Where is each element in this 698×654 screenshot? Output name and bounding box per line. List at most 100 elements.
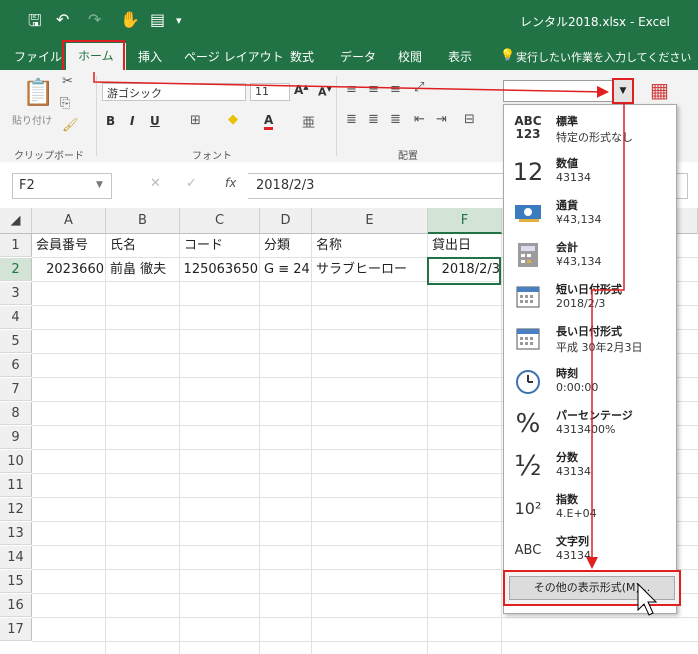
tab-view[interactable]: 表示 bbox=[448, 48, 472, 65]
format-item-time[interactable]: 時刻 0:00:00 bbox=[504, 361, 676, 403]
format-item-general[interactable]: ABC 123 標準 特定の形式なし bbox=[504, 109, 676, 151]
home-tab-highlight bbox=[62, 40, 125, 72]
row-header[interactable]: 7 bbox=[0, 378, 32, 401]
column-header[interactable]: D bbox=[260, 208, 312, 234]
tab-file[interactable]: ファイル bbox=[14, 48, 62, 65]
row-header[interactable]: 6 bbox=[0, 354, 32, 377]
cell-e2[interactable]: サラブヒーロー bbox=[316, 258, 428, 281]
name-box-arrow-icon[interactable]: ▼ bbox=[96, 180, 103, 190]
undo-icon[interactable]: ↶ bbox=[56, 10, 69, 29]
title-bar: 🖫 ↶ ↷ ✋ ▤ ▾ レンタル2018.xlsx - Excel bbox=[0, 0, 698, 40]
row-header[interactable]: 2 bbox=[0, 258, 32, 281]
select-all-corner[interactable]: ◢ bbox=[0, 208, 32, 234]
border-icon[interactable]: ⊞ bbox=[190, 113, 201, 128]
format-item-percentage[interactable]: % パーセンテージ 4313400% bbox=[504, 403, 676, 445]
row-header[interactable]: 4 bbox=[0, 306, 32, 329]
cell-f1[interactable]: 貸出日 bbox=[432, 234, 502, 257]
row-header[interactable]: 3 bbox=[0, 282, 32, 305]
align-left-icon[interactable]: ≣ bbox=[346, 112, 357, 127]
row-header[interactable]: 12 bbox=[0, 498, 32, 521]
touch-mode-icon[interactable]: ✋ bbox=[120, 10, 140, 29]
row-header[interactable]: 10 bbox=[0, 450, 32, 473]
format-item-short-date[interactable]: 短い日付形式 2018/2/3 bbox=[504, 277, 676, 319]
decrease-indent-icon[interactable]: ⇤ bbox=[414, 112, 425, 127]
font-size-box[interactable]: 11 bbox=[250, 83, 290, 101]
row-header[interactable]: 9 bbox=[0, 426, 32, 449]
grow-font-icon[interactable]: A▲ bbox=[294, 83, 309, 97]
column-header[interactable]: A bbox=[32, 208, 106, 234]
fill-color-icon[interactable]: ◆ bbox=[228, 112, 238, 127]
grid-line bbox=[32, 617, 698, 618]
tab-insert[interactable]: 挿入 bbox=[138, 48, 162, 65]
customize-qat-icon[interactable]: ▾ bbox=[176, 14, 182, 27]
format-item-accounting[interactable]: 会計 ¥43,134 bbox=[504, 235, 676, 277]
align-middle-icon[interactable]: ≡ bbox=[368, 82, 379, 97]
column-header[interactable]: C bbox=[180, 208, 260, 234]
align-top-icon[interactable]: ≡ bbox=[346, 82, 357, 97]
cell-b1[interactable]: 氏名 bbox=[110, 234, 180, 257]
number-format-dropdown-arrow[interactable]: ▼ bbox=[612, 78, 634, 104]
row-header[interactable]: 5 bbox=[0, 330, 32, 353]
paste-label[interactable]: 貼り付け bbox=[12, 112, 52, 127]
cancel-icon[interactable]: ✕ bbox=[150, 176, 161, 191]
row-header[interactable]: 13 bbox=[0, 522, 32, 545]
font-name-box[interactable]: 游ゴシック bbox=[102, 83, 246, 101]
format-item-long-date[interactable]: 長い日付形式 平成 30年2月3日 bbox=[504, 319, 676, 361]
row-header[interactable]: 17 bbox=[0, 618, 32, 641]
italic-button[interactable]: I bbox=[130, 114, 134, 128]
grid-line bbox=[179, 234, 180, 654]
phonetic-icon[interactable]: 亜 bbox=[302, 112, 315, 131]
divider bbox=[96, 76, 97, 156]
underline-button[interactable]: U bbox=[150, 114, 160, 128]
bold-button[interactable]: B bbox=[106, 114, 115, 128]
format-item-scientific[interactable]: 10² 指数 4.E+04 bbox=[504, 487, 676, 529]
row-header[interactable]: 1 bbox=[0, 234, 32, 257]
cell-d1[interactable]: 分類 bbox=[264, 234, 312, 257]
increase-indent-icon[interactable]: ⇥ bbox=[436, 112, 447, 127]
cell-c2[interactable]: 125063650 bbox=[180, 258, 258, 281]
cut-icon[interactable]: ✂ bbox=[62, 74, 73, 89]
cell-d2[interactable]: G ≡ 24 bbox=[264, 258, 312, 281]
format-item-number[interactable]: 12 数値 43134 bbox=[504, 151, 676, 193]
redo-icon[interactable]: ↷ bbox=[88, 10, 101, 29]
column-header[interactable]: B bbox=[106, 208, 180, 234]
cell-b2[interactable]: 前畠 徹夫 bbox=[110, 258, 180, 281]
column-header-selected[interactable]: F bbox=[428, 208, 502, 234]
save-icon[interactable]: 🖫 bbox=[28, 10, 42, 37]
tab-page-layout[interactable]: ページ レイアウト bbox=[184, 48, 284, 65]
align-bottom-icon[interactable]: ≡ bbox=[390, 82, 401, 97]
cell-c1[interactable]: コード bbox=[184, 234, 260, 257]
row-header[interactable]: 8 bbox=[0, 402, 32, 425]
tab-review[interactable]: 校閲 bbox=[398, 48, 422, 65]
merge-cells-icon[interactable]: ⊟ bbox=[464, 112, 475, 127]
tab-data[interactable]: データ bbox=[340, 48, 376, 65]
insert-function-icon[interactable]: fx bbox=[225, 176, 236, 190]
format-item-currency[interactable]: 通貨 ¥43,134 bbox=[504, 193, 676, 235]
accounting-icon bbox=[512, 241, 544, 271]
align-center-icon[interactable]: ≣ bbox=[368, 112, 379, 127]
cell-a2[interactable]: 2023660 bbox=[32, 258, 104, 281]
cell-e1[interactable]: 名称 bbox=[316, 234, 428, 257]
tab-formulas[interactable]: 数式 bbox=[290, 48, 314, 65]
tell-me-box[interactable]: 実行したい作業を入力してください bbox=[516, 49, 691, 65]
enter-icon[interactable]: ✓ bbox=[186, 176, 197, 191]
format-painter-icon[interactable]: 🖌 bbox=[62, 118, 79, 133]
orientation-icon[interactable]: ⤢ bbox=[414, 80, 424, 95]
shrink-font-icon[interactable]: A▼ bbox=[318, 85, 332, 99]
more-number-formats-button[interactable]: その他の表示形式(M)... bbox=[509, 576, 675, 600]
copy-icon[interactable]: ⎘ bbox=[60, 96, 70, 111]
paste-icon[interactable]: 📋 bbox=[22, 78, 54, 108]
row-header[interactable]: 11 bbox=[0, 474, 32, 497]
conditional-format-icon[interactable]: ▦ bbox=[650, 78, 669, 102]
row-header[interactable]: 16 bbox=[0, 594, 32, 617]
format-item-text[interactable]: ABC 文字列 43134 bbox=[504, 529, 676, 571]
row-header[interactable]: 14 bbox=[0, 546, 32, 569]
number-format-icon: 12 bbox=[512, 158, 544, 186]
font-color-button[interactable]: A bbox=[264, 113, 274, 130]
format-item-fraction[interactable]: ½ 分数 43134 bbox=[504, 445, 676, 487]
align-right-icon[interactable]: ≣ bbox=[390, 112, 401, 127]
column-header[interactable]: E bbox=[312, 208, 428, 234]
row-header[interactable]: 15 bbox=[0, 570, 32, 593]
form-icon[interactable]: ▤ bbox=[150, 10, 165, 29]
cell-a1[interactable]: 会員番号 bbox=[36, 234, 106, 257]
